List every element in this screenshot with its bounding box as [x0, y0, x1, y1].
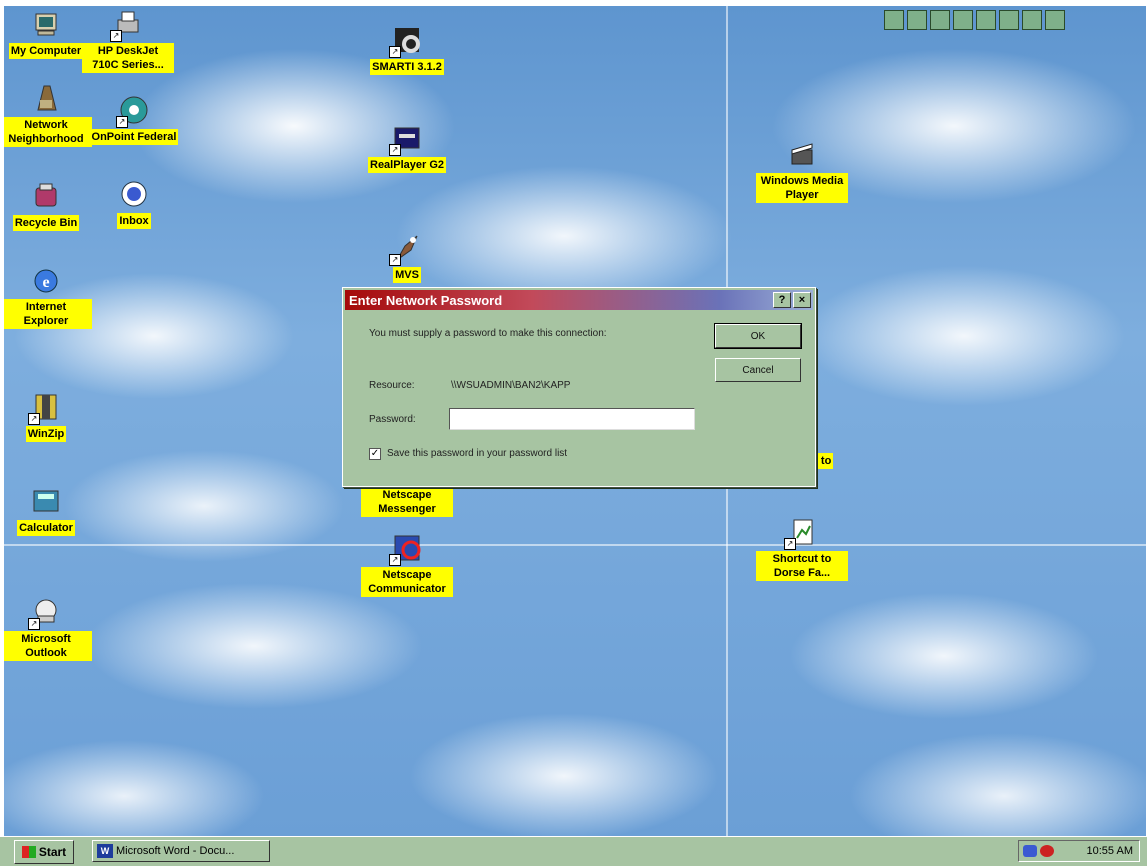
outlook-icon: ↗ — [28, 596, 62, 630]
realplayer-icon: ↗ — [389, 122, 423, 156]
desktop-icon-my-computer[interactable]: My Computer — [4, 8, 92, 59]
desktop-icon-shortcut-dorse[interactable]: ↗ Shortcut to Dorse Fa... — [756, 516, 848, 581]
desktop-icon-mvs[interactable]: ↗ MVS — [361, 232, 453, 283]
desktop-icon-label: HP DeskJet 710C Series... — [82, 43, 174, 73]
password-input[interactable] — [449, 408, 695, 430]
resource-value: \\WSUADMIN\BAN2\KAPP — [451, 380, 571, 391]
resource-label: Resource: — [369, 380, 415, 391]
desktop-icon-label: Netscape Messenger — [361, 487, 453, 517]
desktop-icon-label: MVS — [393, 267, 421, 283]
inbox-icon — [118, 178, 150, 210]
media-player-icon — [786, 138, 818, 170]
desktop-icon-label: Internet Explorer — [4, 299, 92, 329]
desktop-icon-realplayer[interactable]: ↗ RealPlayer G2 — [361, 122, 453, 173]
shortcut-arrow-icon: ↗ — [389, 554, 401, 566]
calculator-icon — [30, 485, 62, 517]
network-password-dialog: Enter Network Password ? × You must supp… — [342, 287, 816, 487]
wallpaper-seam — [4, 544, 1146, 546]
desktop-icon-label: Netscape Communicator — [361, 567, 453, 597]
desktop-icon-smarti[interactable]: ↗ SMARTI 3.1.2 — [361, 24, 453, 75]
desktop-icon-label: Microsoft Outlook — [4, 631, 92, 661]
desktop-icon-internet-explorer[interactable]: e Internet Explorer — [4, 264, 92, 329]
word-icon: W — [97, 844, 113, 858]
svg-text:e: e — [42, 274, 49, 291]
network-icon — [30, 82, 62, 114]
netscape-communicator-icon: ↗ — [389, 532, 423, 566]
taskbar-item-label: Microsoft Word - Docu... — [116, 845, 235, 857]
quick-launch-icon[interactable] — [884, 10, 904, 30]
start-label: Start — [38, 845, 67, 859]
desktop-icon-label: Inbox — [117, 213, 151, 229]
close-button[interactable]: × — [793, 292, 811, 308]
system-tray: 10:55 AM — [1018, 840, 1140, 862]
save-password-label[interactable]: Save this password in your password list — [387, 448, 567, 459]
desktop-icon-microsoft-outlook[interactable]: ↗ Microsoft Outlook — [4, 596, 92, 661]
quick-launch-icon[interactable] — [976, 10, 996, 30]
desktop-icon-onpoint-federal[interactable]: ↗ OnPoint Federal — [88, 94, 180, 145]
shortcut-arrow-icon: ↗ — [116, 116, 128, 128]
quick-launch-icon[interactable] — [1045, 10, 1065, 30]
clock[interactable]: 10:55 AM — [1087, 845, 1139, 857]
desktop-icon-label: WinZip — [25, 426, 67, 442]
quick-launch-icon[interactable] — [930, 10, 950, 30]
quick-launch-icon[interactable] — [1022, 10, 1042, 30]
dialog-title: Enter Network Password — [349, 292, 503, 308]
printer-icon: ↗ — [110, 8, 144, 42]
windows-logo-icon — [21, 846, 36, 858]
desktop-icon-network-neighborhood[interactable]: Network Neighborhood — [4, 82, 92, 147]
dialog-message: You must supply a password to make this … — [369, 328, 607, 339]
taskbar: Start W Microsoft Word - Docu... 10:55 A… — [0, 836, 1147, 866]
internet-explorer-icon: e — [30, 264, 62, 296]
desktop-icon-label: Windows Media Player — [756, 173, 848, 203]
desktop-icon-label: Recycle Bin — [12, 215, 80, 231]
smarti-icon: ↗ — [389, 24, 423, 58]
recycle-bin-icon — [30, 180, 62, 212]
save-password-checkbox[interactable]: ✓ — [369, 448, 381, 460]
quick-launch-icon[interactable] — [953, 10, 973, 30]
desktop-icon-hp-deskjet[interactable]: ↗ HP DeskJet 710C Series... — [82, 8, 174, 73]
mvs-icon: ↗ — [389, 232, 423, 266]
desktop-icon-calculator[interactable]: Calculator — [4, 485, 92, 536]
shortcut-arrow-icon: ↗ — [389, 254, 401, 266]
desktop-icon-label: RealPlayer G2 — [368, 157, 446, 173]
desktop-icon-label: Calculator — [17, 520, 75, 536]
start-button[interactable]: Start — [14, 840, 74, 864]
desktop-icon-label: SMARTI 3.1.2 — [370, 59, 444, 75]
desktop-icon-label: My Computer — [8, 43, 84, 59]
desktop-icon-label: OnPoint Federal — [89, 129, 179, 145]
desktop-icon-label: Network Neighborhood — [4, 117, 92, 147]
desktop-icon-label: Shortcut to Dorse Fa... — [756, 551, 848, 581]
desktop-icon-windows-media-player[interactable]: Windows Media Player — [756, 138, 848, 203]
shortcut-arrow-icon: ↗ — [28, 618, 40, 630]
password-label: Password: — [369, 414, 416, 425]
tray-status-icon[interactable] — [1040, 845, 1054, 857]
shortcut-arrow-icon: ↗ — [389, 46, 401, 58]
cancel-button[interactable]: Cancel — [715, 358, 801, 382]
shortcut-arrow-icon: ↗ — [28, 413, 40, 425]
shortcut-arrow-icon: ↗ — [110, 30, 122, 42]
shortcut-arrow-icon: ↗ — [784, 538, 796, 550]
computer-icon — [30, 8, 62, 40]
ok-button[interactable]: OK — [714, 323, 802, 349]
quick-launch-toolbar — [884, 10, 1065, 30]
help-button[interactable]: ? — [773, 292, 791, 308]
desktop-icon-recycle-bin[interactable]: Recycle Bin — [4, 180, 92, 231]
desktop-icon-netscape-communicator[interactable]: ↗ Netscape Communicator — [361, 532, 453, 597]
taskbar-item-microsoft-word[interactable]: W Microsoft Word - Docu... — [92, 840, 270, 862]
dialog-title-bar[interactable]: Enter Network Password ? × — [345, 290, 813, 310]
shortcut-arrow-icon: ↗ — [389, 144, 401, 156]
desktop-icon-winzip[interactable]: ↗ WinZip — [4, 391, 92, 442]
winzip-icon: ↗ — [28, 391, 62, 425]
desktop-icon-inbox[interactable]: Inbox — [88, 178, 180, 229]
quick-launch-icon[interactable] — [999, 10, 1019, 30]
quick-launch-icon[interactable] — [907, 10, 927, 30]
onpoint-icon: ↗ — [116, 94, 150, 128]
document-shortcut-icon: ↗ — [784, 516, 818, 550]
network-tray-icon[interactable] — [1023, 845, 1037, 857]
